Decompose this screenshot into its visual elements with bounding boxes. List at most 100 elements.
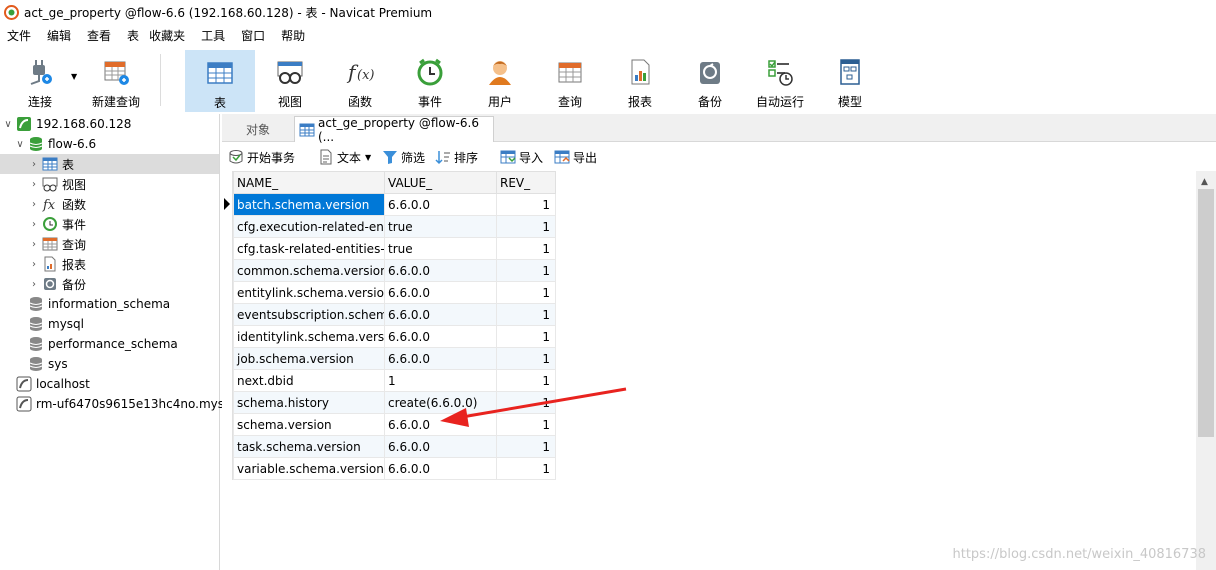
cell-rev[interactable]: 1	[496, 391, 556, 414]
menu-file[interactable]: 文件	[0, 24, 40, 48]
connect-dropdown-icon[interactable]: ▼	[71, 72, 77, 81]
tree-reports[interactable]: › 报表	[28, 254, 86, 274]
table-row[interactable]: entitylink.schema.version 6.6.0.0 1	[233, 281, 556, 304]
cell-value[interactable]: 6.6.0.0	[384, 303, 497, 326]
view-button[interactable]: 视图	[255, 50, 325, 112]
tree-connection-localhost[interactable]: localhost	[14, 374, 90, 394]
query-button[interactable]: 查询	[535, 50, 605, 112]
cell-name[interactable]: job.schema.version	[233, 347, 385, 370]
cell-rev[interactable]: 1	[496, 259, 556, 282]
column-header-rev[interactable]: REV_	[496, 171, 556, 194]
tree-tables[interactable]: › 表	[0, 154, 219, 174]
cell-name[interactable]: next.dbid	[233, 369, 385, 392]
cell-name[interactable]: cfg.execution-related-enti	[233, 215, 385, 238]
table-row[interactable]: variable.schema.version 6.6.0.0 1	[233, 457, 556, 480]
tree-database-mysql[interactable]: mysql	[26, 314, 84, 334]
tree-functions[interactable]: › fx 函数	[28, 194, 86, 214]
cell-value[interactable]: 6.6.0.0	[384, 457, 497, 480]
table-row[interactable]: cfg.task-related-entities-c true 1	[233, 237, 556, 260]
backup-button[interactable]: 备份	[675, 50, 745, 112]
tree-database-flow[interactable]: ∨ flow-6.6	[14, 134, 96, 154]
column-header-name[interactable]: NAME_	[233, 171, 385, 194]
table-row[interactable]: identitylink.schema.versio 6.6.0.0 1	[233, 325, 556, 348]
text-button[interactable]: 文本 ▼	[318, 147, 371, 167]
cell-value[interactable]: 6.6.0.0	[384, 193, 497, 216]
cell-name[interactable]: variable.schema.version	[233, 457, 385, 480]
cell-rev[interactable]: 1	[496, 413, 556, 436]
chevron-down-icon[interactable]: ∨	[2, 119, 14, 130]
begin-transaction-button[interactable]: 开始事务	[228, 147, 295, 167]
import-button[interactable]: 导入	[500, 147, 543, 167]
table-row[interactable]: cfg.execution-related-enti true 1	[233, 215, 556, 238]
chevron-right-icon[interactable]: ›	[28, 219, 40, 230]
menu-table[interactable]: 表	[120, 24, 142, 48]
tree-queries[interactable]: › 查询	[28, 234, 86, 254]
scrollbar-thumb[interactable]	[1198, 189, 1214, 437]
cell-value[interactable]: 6.6.0.0	[384, 347, 497, 370]
filter-button[interactable]: 筛选	[382, 147, 425, 167]
table-row[interactable]: next.dbid 1 1	[233, 369, 556, 392]
connect-button[interactable]: 连接	[5, 50, 75, 112]
cell-value[interactable]: 6.6.0.0	[384, 413, 497, 436]
cell-name[interactable]: task.schema.version	[233, 435, 385, 458]
sort-button[interactable]: 排序	[435, 147, 478, 167]
cell-rev[interactable]: 1	[496, 325, 556, 348]
chevron-down-icon[interactable]: ∨	[14, 139, 26, 150]
tree-connection-192-168-60-128[interactable]: ∨ 192.168.60.128	[2, 114, 131, 134]
report-button[interactable]: 报表	[605, 50, 675, 112]
cell-name[interactable]: common.schema.version	[233, 259, 385, 282]
cell-rev[interactable]: 1	[496, 457, 556, 480]
table-row[interactable]: schema.history create(6.6.0.0) 1	[233, 391, 556, 414]
menu-window[interactable]: 窗口	[234, 24, 274, 48]
tree-backups[interactable]: › 备份	[28, 274, 86, 294]
cell-value[interactable]: 6.6.0.0	[384, 435, 497, 458]
chevron-right-icon[interactable]: ›	[28, 259, 40, 270]
vertical-scrollbar[interactable]: ▲	[1196, 171, 1216, 570]
table-row[interactable]: common.schema.version 6.6.0.0 1	[233, 259, 556, 282]
scroll-up-icon[interactable]: ▲	[1201, 177, 1208, 187]
cell-name[interactable]: eventsubscription.schema	[233, 303, 385, 326]
cell-name[interactable]: entitylink.schema.version	[233, 281, 385, 304]
cell-rev[interactable]: 1	[496, 303, 556, 326]
user-button[interactable]: 用户	[465, 50, 535, 112]
cell-name[interactable]: cfg.task-related-entities-c	[233, 237, 385, 260]
chevron-right-icon[interactable]: ›	[28, 179, 40, 190]
new-query-button[interactable]: 新建查询	[81, 50, 151, 112]
cell-value[interactable]: 6.6.0.0	[384, 325, 497, 348]
chevron-right-icon[interactable]: ›	[28, 239, 40, 250]
table-row[interactable]: schema.version 6.6.0.0 1	[233, 413, 556, 436]
cell-name[interactable]: schema.history	[233, 391, 385, 414]
event-button[interactable]: 事件	[395, 50, 465, 112]
function-button[interactable]: f (x) 函数	[325, 50, 395, 112]
cell-value[interactable]: true	[384, 237, 497, 260]
cell-rev[interactable]: 1	[496, 237, 556, 260]
table-row[interactable]: eventsubscription.schema 6.6.0.0 1	[233, 303, 556, 326]
column-header-value[interactable]: VALUE_	[384, 171, 497, 194]
menu-view[interactable]: 查看	[80, 24, 120, 48]
cell-rev[interactable]: 1	[496, 435, 556, 458]
tree-database-performance-schema[interactable]: performance_schema	[26, 334, 178, 354]
cell-rev[interactable]: 1	[496, 347, 556, 370]
model-button[interactable]: 模型	[815, 50, 885, 112]
tab-act-ge-property[interactable]: act_ge_property @flow-6.6 (...	[294, 116, 494, 144]
tree-events[interactable]: › 事件	[28, 214, 86, 234]
menu-tools[interactable]: 工具	[194, 24, 234, 48]
cell-value[interactable]: true	[384, 215, 497, 238]
cell-value[interactable]: 6.6.0.0	[384, 281, 497, 304]
tree-views[interactable]: › 视图	[28, 174, 86, 194]
table-row[interactable]: job.schema.version 6.6.0.0 1	[233, 347, 556, 370]
menu-edit[interactable]: 编辑	[40, 24, 80, 48]
chevron-right-icon[interactable]: ›	[28, 159, 40, 170]
cell-name[interactable]: batch.schema.version	[233, 193, 385, 216]
cell-value[interactable]: 1	[384, 369, 497, 392]
cell-rev[interactable]: 1	[496, 369, 556, 392]
tree-database-information-schema[interactable]: information_schema	[26, 294, 170, 314]
chevron-right-icon[interactable]: ›	[28, 279, 40, 290]
tree-connection-rm-uf6470s9615e13hc4no[interactable]: rm-uf6470s9615e13hc4no.mysq	[14, 394, 232, 414]
menu-help[interactable]: 帮助	[274, 24, 314, 48]
cell-value[interactable]: 6.6.0.0	[384, 259, 497, 282]
cell-value[interactable]: create(6.6.0.0)	[384, 391, 497, 414]
tab-objects[interactable]: 对象	[222, 116, 294, 142]
cell-rev[interactable]: 1	[496, 193, 556, 216]
table-row[interactable]: task.schema.version 6.6.0.0 1	[233, 435, 556, 458]
